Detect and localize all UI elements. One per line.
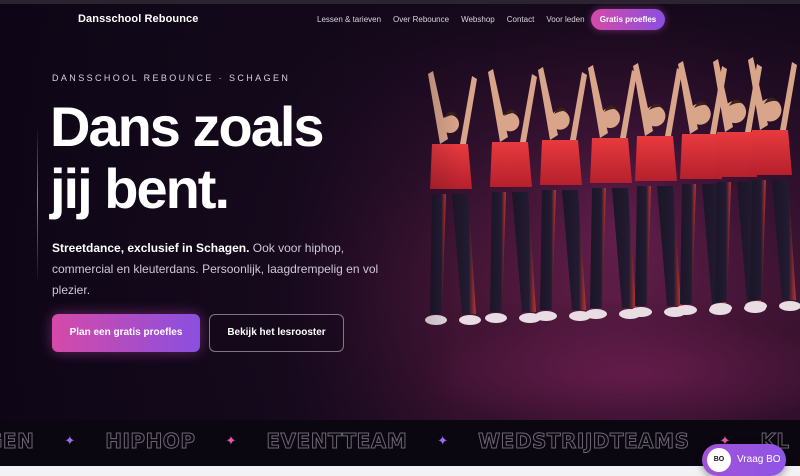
chat-avatar: BO [707,448,731,472]
lesrooster-button[interactable]: Bekijk het lesrooster [209,314,344,352]
nav-link-leden[interactable]: Voor leden [546,15,584,24]
nav-link-webshop[interactable]: Webshop [461,15,495,24]
headline-line-1: Dans zoals [50,95,325,158]
nav-proefles-button[interactable]: Gratis proefles [591,9,665,30]
accent-line [37,125,38,285]
sparkle-icon: ✦ [225,433,237,448]
marquee-item: EVENTTEAM [266,429,408,454]
sparkle-icon: ✦ [64,433,76,448]
nav-link-over[interactable]: Over Rebounce [393,15,449,24]
sparkle-icon: ✦ [437,433,449,448]
nav-links: Lessen & tarieven Over Rebounce Webshop … [317,15,597,24]
hero-eyebrow: DANSSCHOOL REBOUNCE · SCHAGEN [52,73,291,83]
headline-line-2: jij bent. [50,157,230,220]
chat-widget-button[interactable]: BO Vraag BO [702,444,786,476]
marquee-item: GEN [0,429,35,454]
plan-proefles-button[interactable]: Plan een gratis proefles [52,314,200,352]
lead-strong: Streetdance, exclusief in Schagen. [52,241,250,255]
page: Dansschool Rebounce Lessen & tarieven Ov… [0,0,800,476]
hero-headline: Dans zoals jij bent. [50,96,390,220]
marquee-track: GEN ✦ HIPHOP ✦ EVENTTEAM ✦ WEDSTRIJDTEAM… [0,429,790,454]
top-navigation: Dansschool Rebounce Lessen & tarieven Ov… [0,4,800,36]
hero-lead: Streetdance, exclusief in Schagen. Ook v… [52,238,382,301]
nav-link-lessen[interactable]: Lessen & tarieven [317,15,381,24]
brand-logo[interactable]: Dansschool Rebounce [78,13,198,25]
hero-photo-dancers [400,4,800,416]
marquee-item: HIPHOP [105,429,196,454]
next-section-edge [0,466,800,476]
nav-link-contact[interactable]: Contact [507,15,535,24]
dance-styles-marquee: GEN ✦ HIPHOP ✦ EVENTTEAM ✦ WEDSTRIJDTEAM… [0,420,800,466]
chat-label: Vraag BO [737,454,781,465]
marquee-item: WEDSTRIJDTEAMS [478,429,690,454]
